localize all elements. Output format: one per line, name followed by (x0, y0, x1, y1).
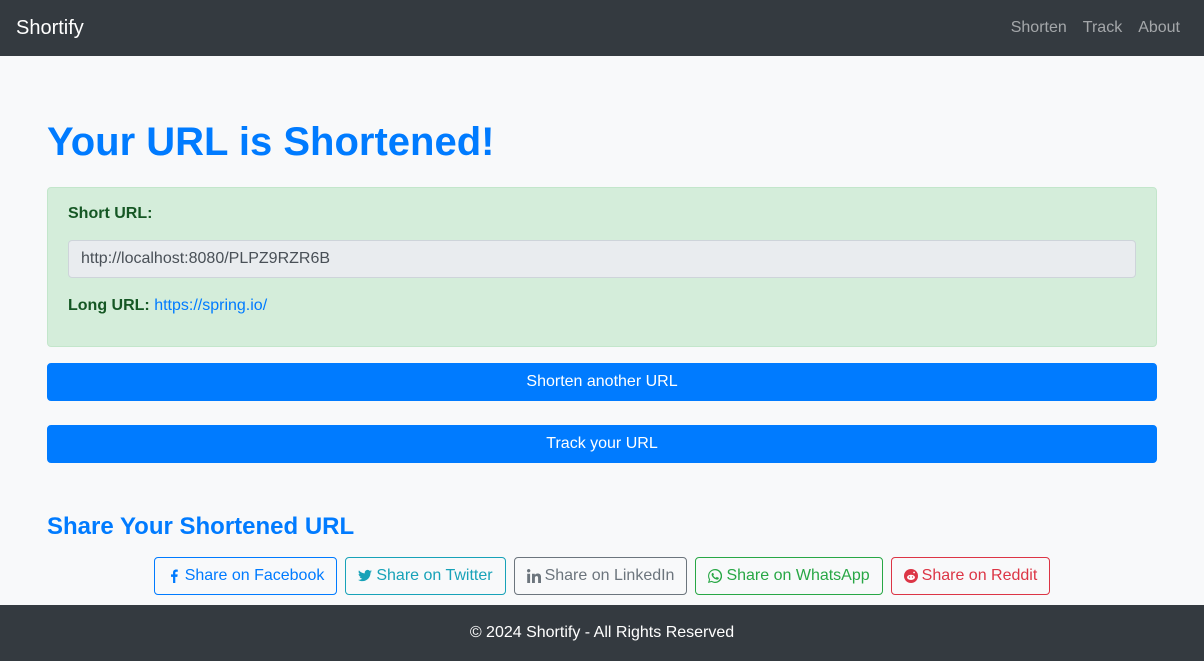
track-url-button[interactable]: Track your URL (47, 425, 1157, 463)
share-twitter-label: Share on Twitter (376, 567, 493, 584)
share-title: Share Your Shortened URL (47, 513, 355, 540)
share-reddit-button[interactable]: Share on Reddit (890, 557, 1051, 595)
share-facebook-button[interactable]: Share on Facebook (153, 557, 338, 595)
navbar: Shortify Shorten Track About (0, 0, 1204, 56)
long-url-link[interactable]: https://spring.io/ (154, 297, 267, 314)
shorten-another-button[interactable]: Shorten another URL (47, 363, 1157, 401)
short-url-label: Short URL: (68, 205, 153, 222)
share-linkedin-button[interactable]: Share on LinkedIn (513, 557, 688, 595)
whatsapp-icon (708, 569, 723, 583)
page-title: Your URL is Shortened! (47, 120, 495, 164)
nav-link-shorten[interactable]: Shorten (1003, 19, 1075, 37)
nav-link-about[interactable]: About (1130, 19, 1188, 37)
twitter-icon (358, 569, 373, 583)
share-buttons-row: Share on Facebook Share on Twitter Share… (47, 557, 1157, 595)
reddit-icon (903, 569, 918, 583)
linkedin-icon (526, 569, 541, 583)
footer-text: © 2024 Shortify - All Rights Reserved (469, 624, 735, 641)
brand-link[interactable]: Shortify (16, 17, 84, 40)
share-linkedin-label: Share on LinkedIn (544, 567, 675, 584)
result-alert: Short URL: Long URL: https://spring.io/ (47, 187, 1157, 347)
share-facebook-label: Share on Facebook (184, 567, 325, 584)
share-reddit-label: Share on Reddit (921, 567, 1038, 584)
short-url-input[interactable] (68, 240, 1136, 278)
main-container: Your URL is Shortened! Short URL: Long U… (47, 56, 1157, 595)
long-url-label: Long URL: (68, 297, 150, 314)
share-whatsapp-label: Share on WhatsApp (726, 567, 870, 584)
nav-link-track[interactable]: Track (1075, 19, 1130, 37)
facebook-icon (167, 569, 181, 583)
share-whatsapp-button[interactable]: Share on WhatsApp (695, 557, 883, 595)
footer: © 2024 Shortify - All Rights Reserved (0, 605, 1204, 661)
nav-links: Shorten Track About (1003, 19, 1188, 37)
share-twitter-button[interactable]: Share on Twitter (345, 557, 506, 595)
long-url-row: Long URL: https://spring.io/ (68, 296, 1136, 316)
